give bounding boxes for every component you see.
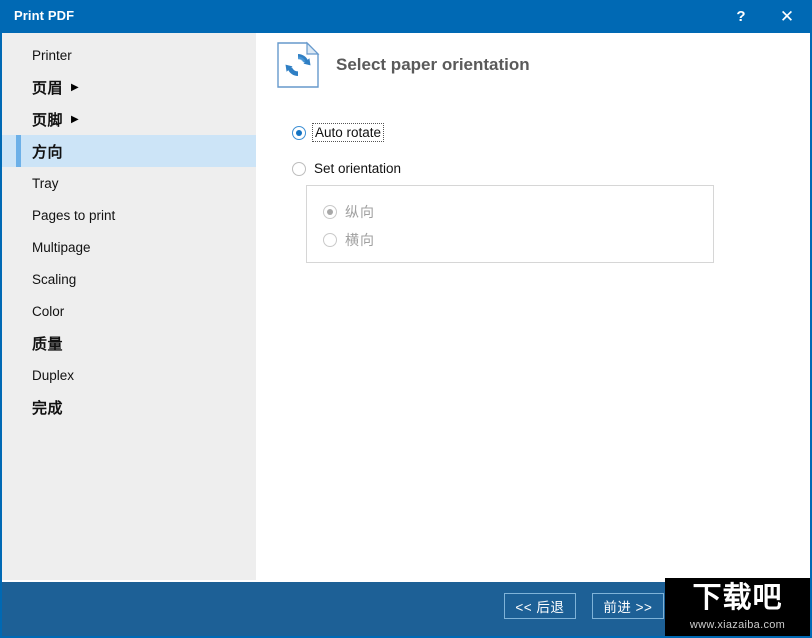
radio-indicator-portrait <box>323 205 337 219</box>
page-header: Select paper orientation <box>276 41 530 89</box>
watermark-logo: 下载吧 <box>670 579 805 615</box>
sidebar-item-label: 方向 <box>32 141 63 162</box>
sidebar-item-8[interactable]: Color <box>2 295 256 327</box>
chevron-right-icon: ▶ <box>71 83 79 93</box>
sidebar-nav-list: Printer 页眉 ▶ 页脚 ▶ 方向 Tray Pages to print Multipa… <box>2 39 256 423</box>
page-title: Select paper orientation <box>336 55 530 75</box>
sidebar-item-3[interactable]: 方向 <box>2 135 256 167</box>
close-button[interactable]: ✕ <box>766 0 808 33</box>
radio-label-auto-rotate: Auto rotate <box>314 125 382 140</box>
sidebar-item-label: Tray <box>32 176 59 191</box>
next-button[interactable]: 前进 >> <box>592 593 664 619</box>
sidebar-item-label: Multipage <box>32 240 91 255</box>
sidebar: Printer 页眉 ▶ 页脚 ▶ 方向 Tray Pages to print Multipa… <box>2 33 256 580</box>
radio-label-landscape: 横向 <box>345 230 375 250</box>
watermark-url: www.xiazaiba.com <box>665 619 810 631</box>
sidebar-item-1[interactable]: 页眉 ▶ <box>2 71 256 103</box>
print-pdf-window: Print PDF ? ✕ Printer 页眉 ▶ 页脚 ▶ 方向 Tray Pages t… <box>0 0 812 638</box>
radio-indicator-auto-rotate[interactable] <box>292 126 306 140</box>
radio-label-set-orientation: Set orientation <box>314 161 401 176</box>
sidebar-item-label: 完成 <box>32 397 63 418</box>
sidebar-item-label: Pages to print <box>32 208 115 223</box>
sidebar-item-label: 页脚 <box>32 109 63 130</box>
sidebar-item-10[interactable]: Duplex <box>2 359 256 391</box>
sidebar-item-label: 质量 <box>32 333 63 354</box>
chevron-right-icon: ▶ <box>71 115 79 125</box>
help-button[interactable]: ? <box>720 0 762 33</box>
radio-option-set-orientation[interactable]: Set orientation <box>292 161 401 176</box>
orientation-group-box: 纵向 横向 <box>306 185 714 263</box>
page-rotate-icon <box>276 41 320 89</box>
sidebar-item-label: Scaling <box>32 272 76 287</box>
radio-option-portrait: 纵向 <box>323 202 375 222</box>
title-bar: Print PDF ? ✕ <box>0 0 812 33</box>
sidebar-item-9[interactable]: 质量 <box>2 327 256 359</box>
sidebar-item-5[interactable]: Pages to print <box>2 199 256 231</box>
sidebar-item-2[interactable]: 页脚 ▶ <box>2 103 256 135</box>
radio-indicator-set-orientation[interactable] <box>292 162 306 176</box>
sidebar-item-6[interactable]: Multipage <box>2 231 256 263</box>
sidebar-item-label: Duplex <box>32 368 74 383</box>
radio-label-portrait: 纵向 <box>345 202 375 222</box>
radio-option-landscape: 横向 <box>323 230 375 250</box>
sidebar-item-11[interactable]: 完成 <box>2 391 256 423</box>
sidebar-item-7[interactable]: Scaling <box>2 263 256 295</box>
sidebar-item-label: 页眉 <box>32 77 63 98</box>
radio-option-auto-rotate[interactable]: Auto rotate <box>292 125 382 140</box>
watermark-overlay: 下载吧 www.xiazaiba.com <box>665 578 810 636</box>
content-pane: Select paper orientation Auto rotate Set… <box>256 33 810 580</box>
sidebar-item-label: Color <box>32 304 64 319</box>
radio-indicator-landscape <box>323 233 337 247</box>
window-title: Print PDF <box>14 8 74 23</box>
sidebar-item-label: Printer <box>32 48 72 63</box>
sidebar-item-0[interactable]: Printer <box>2 39 256 71</box>
sidebar-item-4[interactable]: Tray <box>2 167 256 199</box>
back-button[interactable]: << 后退 <box>504 593 576 619</box>
